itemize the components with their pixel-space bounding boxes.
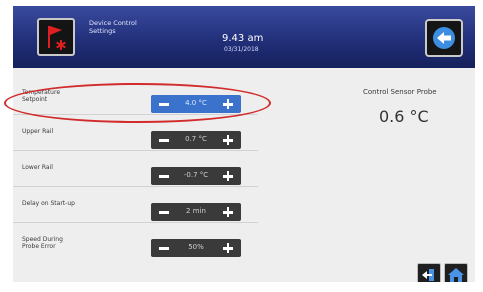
speed-during-probe-error-stepper: 50% xyxy=(151,239,241,257)
increase-button[interactable] xyxy=(219,239,237,257)
probe-label: Control Sensor Probe xyxy=(363,88,437,96)
setting-label-line-1: Lower Rail xyxy=(22,164,53,171)
setting-label: Lower Rail xyxy=(22,164,112,171)
page-title: Device Control Settings xyxy=(89,19,169,35)
stepper-value: 0.7 °C xyxy=(185,135,207,143)
decrease-button[interactable] xyxy=(155,239,173,257)
setting-row-lower-rail: Lower Rail -0.7 °C xyxy=(13,150,258,187)
setting-label: Speed During Probe Error xyxy=(22,236,112,250)
increase-button[interactable] xyxy=(219,203,237,221)
upper-rail-stepper: 0.7 °C xyxy=(151,131,241,149)
increase-button[interactable] xyxy=(219,167,237,185)
decrease-button[interactable] xyxy=(155,131,173,149)
back-button[interactable] xyxy=(425,19,463,57)
stepper-value: 50% xyxy=(188,243,204,251)
home-icon xyxy=(448,268,464,282)
probe-value: 0.6 °C xyxy=(379,107,429,126)
increase-button[interactable] xyxy=(219,131,237,149)
back-arrow-icon xyxy=(433,27,455,49)
setting-label: Upper Rail xyxy=(22,128,112,135)
header-bar: Device Control Settings 9.43 am 03/31/20… xyxy=(13,6,475,68)
stepper-value: -0.7 °C xyxy=(183,171,209,179)
clock-time: 9.43 am xyxy=(222,33,264,44)
lower-rail-stepper: -0.7 °C xyxy=(151,167,241,185)
red-flag-alarm-icon xyxy=(48,26,66,50)
decrease-button[interactable] xyxy=(155,203,173,221)
setting-label-line-1: Delay on Start-up xyxy=(22,200,75,207)
title-line-2: Settings xyxy=(89,27,116,35)
setting-label-line-1: Speed During xyxy=(22,236,63,243)
exit-button[interactable] xyxy=(417,263,441,282)
clock-date: 03/31/2018 xyxy=(224,46,259,53)
alarm-flag-button[interactable] xyxy=(37,18,75,56)
decrease-button[interactable] xyxy=(155,167,173,185)
device-screen: Device Control Settings 9.43 am 03/31/20… xyxy=(13,6,475,282)
home-button[interactable] xyxy=(444,263,468,282)
exit-icon xyxy=(422,269,434,281)
stepper-value: 2 min xyxy=(186,207,206,215)
setting-label: Delay on Start-up xyxy=(22,200,112,207)
highlight-annotation xyxy=(4,83,271,123)
setting-row-delay-on-startup: Delay on Start-up 2 min xyxy=(13,186,258,223)
title-line-1: Device Control xyxy=(89,19,137,27)
setting-row-speed-during-probe-error: Speed During Probe Error 50% xyxy=(13,222,258,258)
setting-label-line-2: Probe Error xyxy=(22,243,56,250)
delay-on-startup-stepper: 2 min xyxy=(151,203,241,221)
setting-label-line-1: Upper Rail xyxy=(22,128,54,135)
